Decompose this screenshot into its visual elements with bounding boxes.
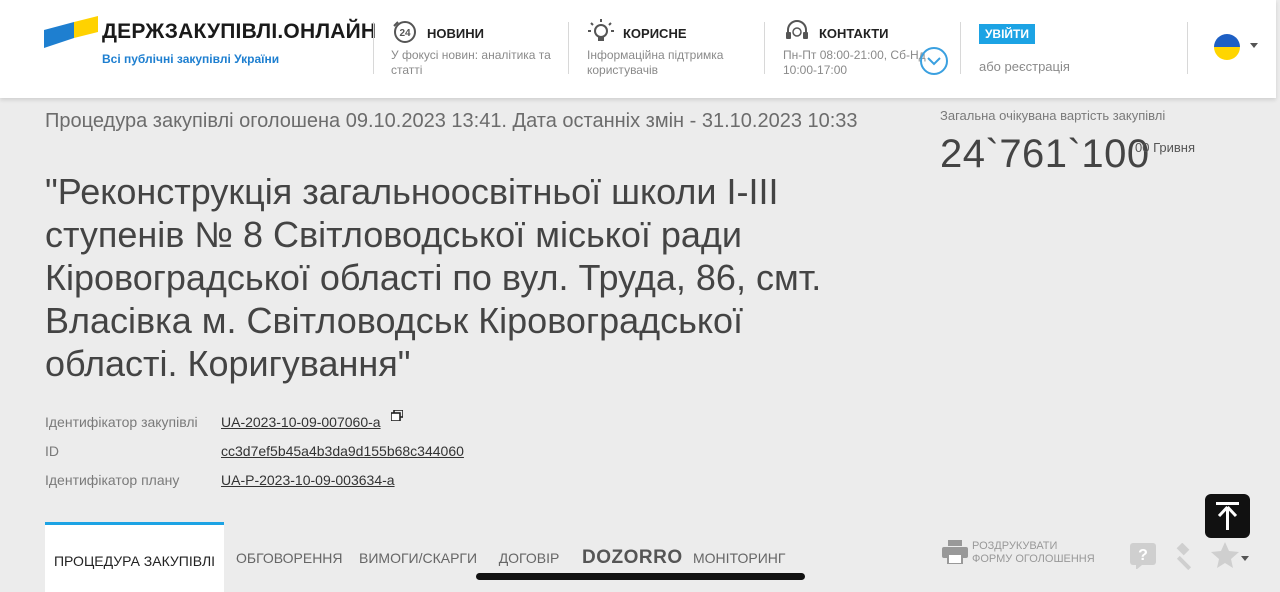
announcement-date: Процедура закупівлі оголошена 09.10.2023… (45, 110, 858, 132)
news-24-icon: 24 (393, 21, 416, 43)
site-header: ДЕРЖЗАКУПІВЛІ.ОНЛАЙН Всі публічні закупі… (0, 0, 1276, 98)
header-divider (960, 22, 961, 74)
logo-title: ДЕРЖЗАКУПІВЛІ.ОНЛАЙН (102, 20, 377, 43)
news-title: НОВИНИ (427, 26, 484, 41)
tab-dozorro[interactable]: DOZORRO (582, 522, 682, 592)
expected-value-cents: 00 Гривня (1135, 140, 1195, 155)
internal-id-link[interactable]: cc3d7ef5b45a4b3da9d155b68c344060 (221, 443, 464, 459)
language-caret-icon[interactable] (1250, 43, 1258, 48)
print-label-line2: ФОРМУ ОГОЛОШЕННЯ (972, 553, 1095, 565)
expected-value-label: Загальна очікувана вартість закупівлі (940, 108, 1166, 123)
printer-icon (942, 540, 968, 564)
plan-id-link[interactable]: UA-P-2023-10-09-003634-a (221, 472, 395, 488)
news-desc: У фокусі новин: аналітика та статті (391, 48, 551, 77)
arrow-up-icon (1216, 502, 1239, 530)
headset-icon (786, 20, 808, 39)
procurement-id-link[interactable]: UA-2023-10-09-007060-a (221, 414, 381, 430)
expand-header-button[interactable] (920, 47, 948, 75)
tab-monitoring[interactable]: МОНІТОРИНГ (693, 522, 785, 592)
lightbulb-icon (588, 19, 614, 41)
svg-text:?: ? (1138, 547, 1148, 564)
svg-text:24: 24 (399, 28, 411, 39)
identifier-label: Ідентифікатор плану (45, 472, 180, 488)
expected-value-amount: 24`761`100 (940, 132, 1150, 176)
scroll-to-top-button[interactable] (1205, 494, 1250, 538)
procedure-title: "Реконструкція загальноосвітньої школи I… (45, 171, 822, 384)
tab-procedure[interactable]: ПРОЦЕДУРА ЗАКУПІВЛІ (45, 522, 224, 592)
header-divider (1187, 22, 1188, 74)
star-caret-icon[interactable] (1241, 556, 1249, 561)
header-divider (764, 22, 765, 74)
chevron-down-icon (927, 57, 941, 66)
contacts-title: КОНТАКТИ (819, 26, 889, 41)
gavel-icon[interactable] (1170, 543, 1198, 571)
star-icon[interactable] (1210, 541, 1240, 569)
header-divider (568, 22, 569, 74)
logo-flag-icon (44, 16, 98, 48)
identifier-label: ID (45, 443, 59, 459)
identifier-label: Ідентифікатор закупівлі (45, 414, 198, 430)
tab-complaints[interactable]: ВИМОГИ/СКАРГИ (359, 522, 477, 592)
print-label: РОЗДРУКУВАТИ ФОРМУ ОГОЛОШЕННЯ (972, 540, 1095, 566)
question-icon[interactable]: ? (1130, 543, 1156, 569)
useful-title: КОРИСНЕ (623, 26, 687, 41)
copy-icon[interactable] (391, 410, 403, 421)
login-button[interactable]: УВІЙТИ (979, 24, 1035, 44)
register-link[interactable]: або реєстрація (979, 59, 1070, 74)
useful-desc: Інформаційна підтримка користувачів (587, 48, 724, 77)
site-logo[interactable]: ДЕРЖЗАКУПІВЛІ.ОНЛАЙН Всі публічні закупі… (44, 16, 377, 72)
print-label-line1: РОЗДРУКУВАТИ (972, 540, 1058, 552)
home-indicator (476, 573, 805, 580)
tab-contract[interactable]: ДОГОВІР (498, 522, 560, 592)
logo-subtitle: Всі публічні закупівлі України (102, 52, 280, 66)
header-divider (373, 22, 374, 74)
ukraine-flag-icon[interactable] (1214, 34, 1240, 60)
tab-discussion[interactable]: ОБГОВОРЕННЯ (236, 522, 343, 592)
